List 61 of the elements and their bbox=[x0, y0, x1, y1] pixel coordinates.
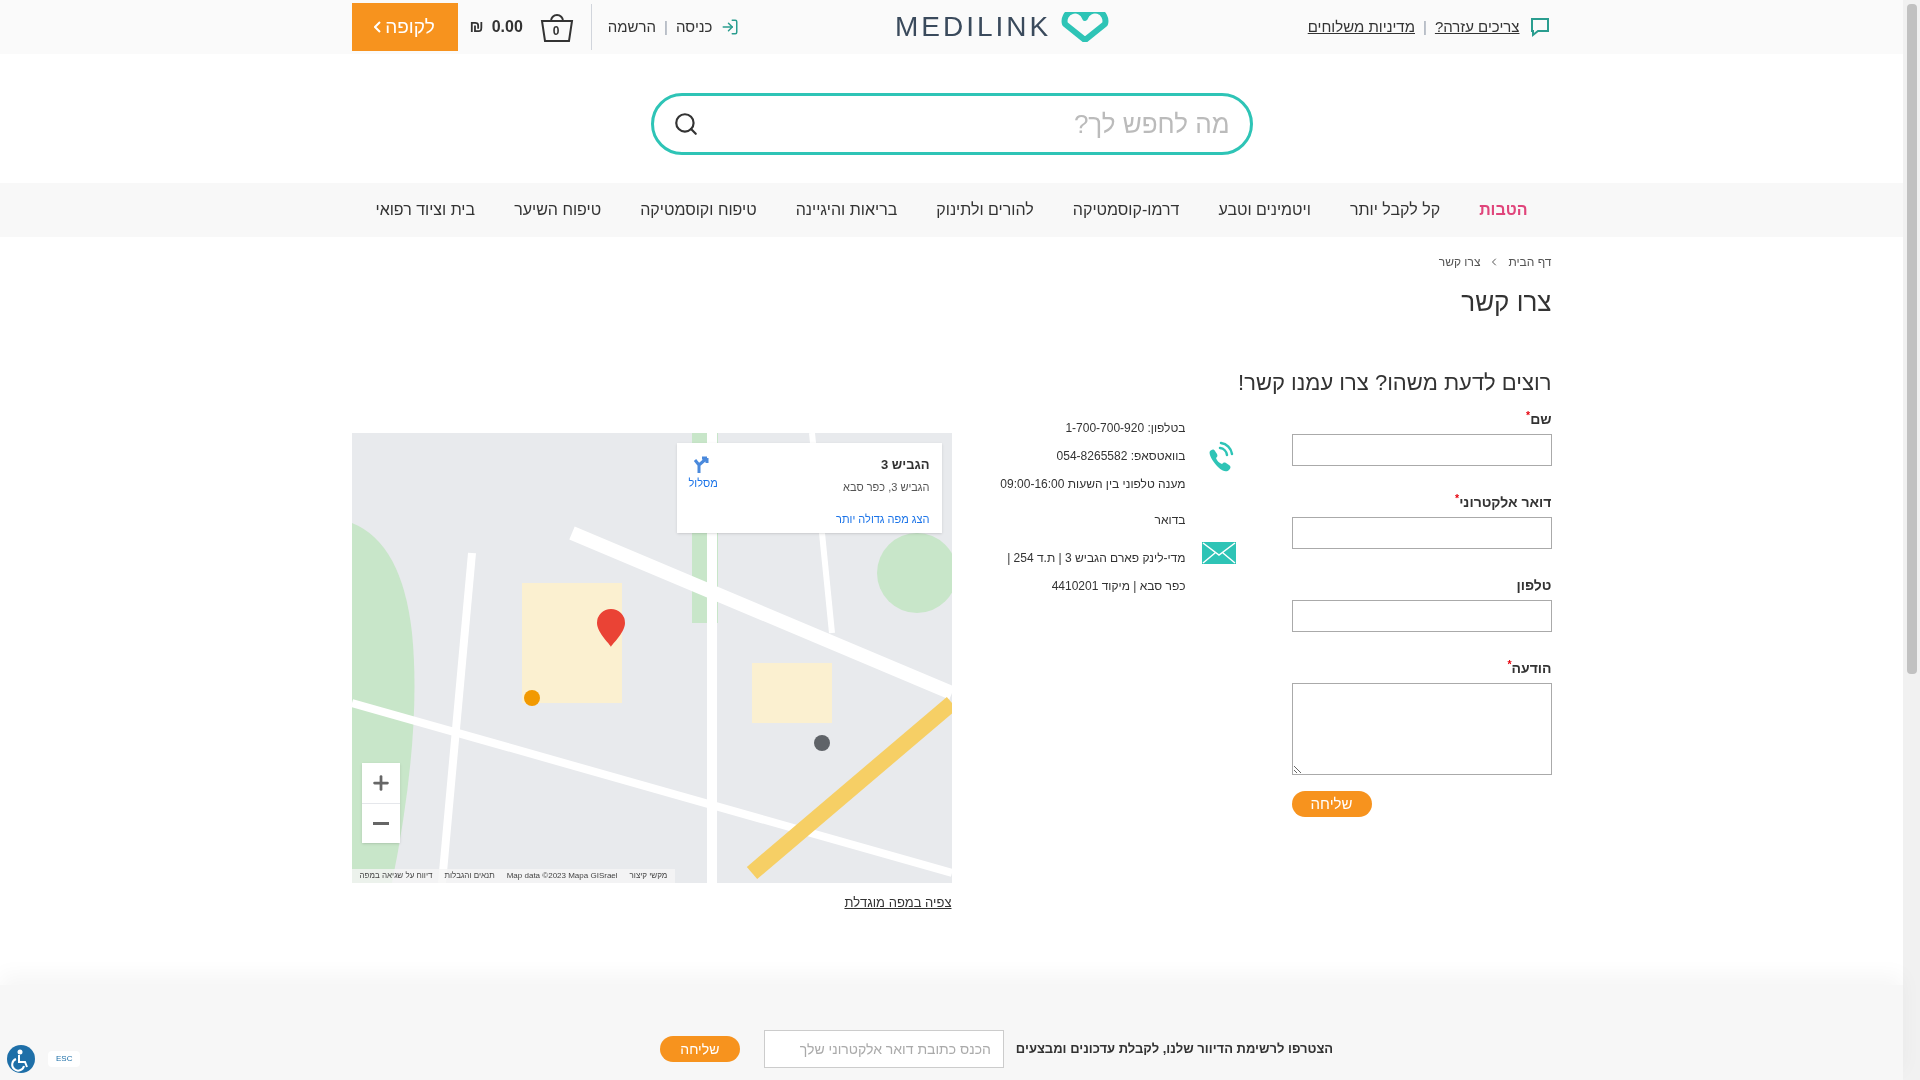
field-label: שם$^{*}$ bbox=[1526, 409, 1552, 429]
contact-text: בדואר bbox=[1153, 512, 1186, 529]
required-mark: * bbox=[1526, 408, 1531, 421]
required-mark: * bbox=[1455, 491, 1460, 504]
field-label: הודעה$^{*}$ bbox=[1507, 658, 1552, 678]
search-icon[interactable] bbox=[672, 111, 699, 137]
contact-text: מענה טלפוני בין השעות 09:00-16:00 bbox=[1000, 476, 1186, 493]
breadcrumb-current: צרו קשר bbox=[1438, 254, 1481, 271]
contact-text: מדי-לינק פארם הגביש 3 | ת.ד 254 | bbox=[1007, 550, 1186, 567]
newsletter-text: הצטרפו לרשימת הדיוור שלנו, לקבלת עדכונים ומבצעים bbox=[1015, 1040, 1334, 1059]
nav-item[interactable]: בית וציוד רפואי bbox=[375, 198, 476, 222]
shipping-policy-link[interactable]: מדיניות משלוחים bbox=[1307, 15, 1415, 39]
envelope-icon bbox=[1201, 542, 1236, 564]
cart-total: 0.00 bbox=[491, 17, 523, 37]
field-label: טלפון bbox=[1516, 576, 1552, 595]
page-title: צרו קשר bbox=[1461, 286, 1552, 319]
required-mark: * bbox=[1507, 657, 1512, 670]
map-attribution-text: Map data ©2023 Mapa GISrael bbox=[506, 870, 618, 882]
form-title: רוצים לדעת משהו? צרו עמנו קשר! bbox=[1238, 369, 1552, 397]
nav-item[interactable]: קל לקבל יותר bbox=[1349, 198, 1441, 222]
text-input[interactable] bbox=[1291, 517, 1552, 549]
text-input[interactable] bbox=[1291, 600, 1552, 632]
contact-text: כפר סבא | מיקוד 4410201 bbox=[1050, 578, 1186, 595]
field-label: דואר אלקטרוני$^{*}$ bbox=[1455, 492, 1552, 512]
search-field[interactable]: מה לחפש לך? bbox=[650, 93, 1253, 155]
nav-item[interactable]: טיפוח השיער bbox=[514, 198, 602, 222]
directions-label[interactable]: מסלול bbox=[688, 475, 718, 492]
register-link[interactable]: הרשמה bbox=[607, 15, 657, 39]
place-address: הגביש 3, כפר סבא bbox=[842, 479, 930, 495]
login-icon bbox=[720, 18, 739, 36]
help-link[interactable]: צריכים עזרה? bbox=[1434, 15, 1520, 39]
cart-count: 0 bbox=[552, 24, 560, 38]
login-link[interactable]: כניסה bbox=[676, 15, 713, 39]
contact-text: בטלפון: 1-700-700-920 bbox=[1064, 420, 1186, 437]
enlarged-map-link[interactable]: צפיה במפה מוגדלת bbox=[844, 893, 952, 913]
breadcrumb-link[interactable]: דף הבית bbox=[1508, 253, 1552, 271]
map-attribution-text[interactable]: תנאים והגבלות bbox=[444, 870, 495, 882]
nav-item[interactable]: טיפוח וקוסמטיקה bbox=[640, 198, 757, 222]
email-field[interactable]: הכנס כתובת דואר אלקטרוני שלך bbox=[763, 1030, 1004, 1068]
basket-icon[interactable] bbox=[538, 11, 575, 43]
minus-icon bbox=[372, 822, 389, 825]
separator: | bbox=[664, 16, 668, 37]
separator: | bbox=[1423, 16, 1427, 37]
nav-item[interactable]: בריאות והיגיינה bbox=[795, 198, 898, 222]
chevron-icon bbox=[374, 21, 382, 33]
scrollbar[interactable] bbox=[1903, 0, 1920, 1080]
nav-item[interactable]: הטבות bbox=[1479, 198, 1528, 222]
logo-text[interactable]: MEDILINK bbox=[895, 6, 1052, 48]
map-attribution-text[interactable]: מקשי קיצור bbox=[629, 870, 668, 882]
map-attribution-text[interactable]: דיווח על שגיאה במפה bbox=[359, 870, 433, 882]
nav-item[interactable]: ויטמינים וטבע bbox=[1218, 198, 1311, 222]
contact-text: בוואטסאפ: 054-8265582 bbox=[1055, 448, 1186, 465]
text-input[interactable] bbox=[1291, 434, 1552, 466]
nav-item[interactable]: דרמו-קוסמטיקה bbox=[1072, 198, 1180, 222]
currency-symbol: ₪ bbox=[469, 17, 484, 37]
esc-label: ESC bbox=[48, 1051, 81, 1067]
place-title: הגביש 3 bbox=[879, 456, 930, 474]
nav-item[interactable]: להורים ולתינוק bbox=[936, 198, 1034, 222]
message-field[interactable] bbox=[1291, 683, 1552, 775]
accessibility-icon[interactable] bbox=[6, 1044, 36, 1074]
larger-map-link[interactable]: הצג מפה גדולה יותר bbox=[836, 511, 930, 528]
